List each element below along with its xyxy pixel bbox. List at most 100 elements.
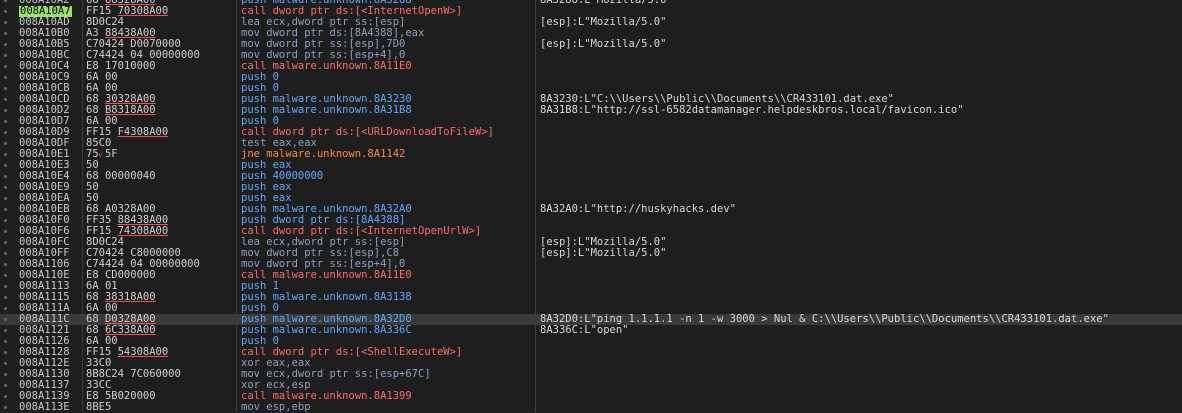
breakpoint-dot-icon[interactable] [4, 54, 7, 57]
breakpoint-gutter[interactable] [0, 391, 16, 402]
disasm-row[interactable]: 008A10E4 68 00000040 push 40000000 [0, 171, 1182, 182]
comment-cell[interactable]: 8A31B8:L"http://ssl-6582datamanager.help… [540, 105, 964, 116]
address-cell[interactable]: 008A110E [19, 270, 70, 281]
breakpoint-dot-icon[interactable] [4, 362, 7, 365]
instruction-cell[interactable]: push malware.unknown.8A32A0 [241, 204, 533, 215]
breakpoint-gutter[interactable] [0, 270, 16, 281]
disasm-row[interactable]: 008A113E 8BE5 mov esp,ebp [0, 402, 1182, 413]
address-cell[interactable]: 008A10BC [19, 50, 70, 61]
bytes-cell[interactable]: A3 88438A00 [86, 28, 236, 39]
breakpoint-dot-icon[interactable] [4, 164, 7, 167]
bytes-cell[interactable]: E8 5B020000 [86, 391, 236, 402]
disasm-row[interactable]: 008A10D9 FF15 F4308A00 call dword ptr ds:[… [0, 127, 1182, 138]
address-cell[interactable]: 008A10EB [19, 204, 70, 215]
instruction-cell[interactable]: call dword ptr ds:[<URLDownloadToFileW>] [241, 127, 533, 138]
breakpoint-gutter[interactable] [0, 215, 16, 226]
bytes-cell[interactable]: 6A 00 [86, 303, 236, 314]
instruction-cell[interactable]: push dword ptr ds:[8A4388] [241, 215, 533, 226]
disasm-row[interactable]: v 008A10E1 75 5F jne malware.unknown.8A1142 [0, 149, 1182, 160]
instruction-cell[interactable]: push 40000000 [241, 171, 533, 182]
breakpoint-dot-icon[interactable] [4, 219, 7, 222]
instruction-cell[interactable]: xor ecx,esp [241, 380, 533, 391]
disasm-row[interactable]: 008A10DF 85C0 test eax,eax [0, 138, 1182, 149]
disasm-row[interactable]: 008A10D7 6A 00 push 0 [0, 116, 1182, 127]
comment-cell[interactable]: [esp]:L"Mozilla/5.0" [540, 17, 666, 28]
disasm-row[interactable]: 008A1139 E8 5B020000 call malware.unknown.… [0, 391, 1182, 402]
breakpoint-gutter[interactable] [0, 325, 16, 336]
address-cell[interactable]: 008A10A7 [19, 6, 72, 17]
address-cell[interactable]: 008A10D9 [19, 127, 70, 138]
address-cell[interactable]: 008A10CB [19, 83, 70, 94]
breakpoint-gutter[interactable] [0, 193, 16, 204]
address-cell[interactable]: 008A112E [19, 358, 70, 369]
disasm-row[interactable]: 008A10BC C74424 04 00000000 mov dword ptr … [0, 50, 1182, 61]
breakpoint-dot-icon[interactable] [4, 307, 7, 310]
disasm-row[interactable]: 008A10E9 50 push eax [0, 182, 1182, 193]
disasm-row[interactable]: 008A1126 6A 00 push 0 [0, 336, 1182, 347]
breakpoint-gutter[interactable] [0, 204, 16, 215]
bytes-cell[interactable]: 68 B8318A00 [86, 105, 236, 116]
bytes-cell[interactable]: E8 17010000 [86, 61, 236, 72]
disasm-row[interactable]: 008A10AD 8D0C24 lea ecx,dword ptr ss:[esp]… [0, 17, 1182, 28]
breakpoint-dot-icon[interactable] [4, 296, 7, 299]
comment-cell[interactable]: [esp]:L"Mozilla/5.0" [540, 39, 666, 50]
breakpoint-gutter[interactable] [0, 138, 16, 149]
breakpoint-gutter[interactable] [0, 347, 16, 358]
instruction-cell[interactable]: xor eax,eax [241, 358, 533, 369]
breakpoint-dot-icon[interactable] [4, 10, 7, 13]
bytes-cell[interactable]: 50 [86, 160, 236, 171]
bytes-cell[interactable]: 50 [86, 182, 236, 193]
bytes-cell[interactable]: FF35 88438A00 [86, 215, 236, 226]
address-cell[interactable]: 008A10B5 [19, 39, 70, 50]
bytes-cell[interactable]: 50 [86, 193, 236, 204]
bytes-cell[interactable]: 8B8C24 7C060000 [86, 369, 236, 380]
breakpoint-dot-icon[interactable] [4, 98, 7, 101]
instruction-cell[interactable]: mov dword ptr ss:[esp+4],0 [241, 50, 533, 61]
disasm-row[interactable]: 008A10FF C70424 C8000000 mov dword ptr ss:… [0, 248, 1182, 259]
instruction-cell[interactable]: lea ecx,dword ptr ss:[esp] [241, 17, 533, 28]
breakpoint-gutter[interactable] [0, 72, 16, 83]
breakpoint-dot-icon[interactable] [4, 197, 7, 200]
bytes-cell[interactable]: C70424 D0070000 [86, 39, 236, 50]
bytes-cell[interactable]: 68 30328A00 [86, 94, 236, 105]
disasm-row[interactable]: 008A10FC 8D0C24 lea ecx,dword ptr ss:[esp]… [0, 237, 1182, 248]
bytes-cell[interactable]: FF15 54308A00 [86, 347, 236, 358]
breakpoint-gutter[interactable] [0, 402, 16, 413]
breakpoint-gutter[interactable] [0, 6, 16, 17]
disasm-row[interactable]: 008A10F0 FF35 88438A00 push dword ptr ds:[… [0, 215, 1182, 226]
bytes-cell[interactable]: 6A 01 [86, 281, 236, 292]
instruction-cell[interactable]: push 0 [241, 72, 533, 83]
breakpoint-gutter[interactable] [0, 380, 16, 391]
address-cell[interactable]: 008A1121 [19, 325, 70, 336]
breakpoint-dot-icon[interactable] [4, 373, 7, 376]
breakpoint-gutter[interactable] [0, 105, 16, 116]
breakpoint-dot-icon[interactable] [4, 142, 7, 145]
breakpoint-dot-icon[interactable] [4, 340, 7, 343]
disasm-row[interactable]: 008A10EB 68 A0328A00 push malware.unknown.… [0, 204, 1182, 215]
bytes-cell[interactable]: 68 38318A00 [86, 292, 236, 303]
bytes-cell[interactable]: 8D0C24 [86, 17, 236, 28]
instruction-cell[interactable]: push eax [241, 160, 533, 171]
address-cell[interactable]: 008A10C4 [19, 61, 70, 72]
bytes-cell[interactable]: 6A 00 [86, 336, 236, 347]
instruction-cell[interactable]: push eax [241, 182, 533, 193]
address-cell[interactable]: 008A10AD [19, 17, 70, 28]
bytes-cell[interactable]: FF15 74308A00 [86, 226, 236, 237]
breakpoint-gutter[interactable] [0, 28, 16, 39]
address-cell[interactable]: 008A10E1 [19, 149, 70, 160]
breakpoint-dot-icon[interactable] [4, 351, 7, 354]
bytes-cell[interactable]: E8 CD000000 [86, 270, 236, 281]
breakpoint-dot-icon[interactable] [4, 395, 7, 398]
disasm-row[interactable]: 008A1113 6A 01 push 1 [0, 281, 1182, 292]
bytes-cell[interactable]: 6A 00 [86, 116, 236, 127]
bytes-cell[interactable]: 6A 00 [86, 83, 236, 94]
instruction-cell[interactable]: push malware.unknown.8A31B8 [241, 105, 533, 116]
instruction-cell[interactable]: push 0 [241, 336, 533, 347]
breakpoint-dot-icon[interactable] [4, 0, 7, 2]
disasm-row[interactable]: 008A1121 68 6C338A00 push malware.unknown.… [0, 325, 1182, 336]
breakpoint-gutter[interactable] [0, 336, 16, 347]
breakpoint-gutter[interactable] [0, 127, 16, 138]
disasm-row[interactable]: 008A1115 68 38318A00 push malware.unknown.… [0, 292, 1182, 303]
comment-cell[interactable]: [esp]:L"Mozilla/5.0" [540, 248, 666, 259]
disasm-row[interactable]: 008A112E 33C0 xor eax,eax [0, 358, 1182, 369]
